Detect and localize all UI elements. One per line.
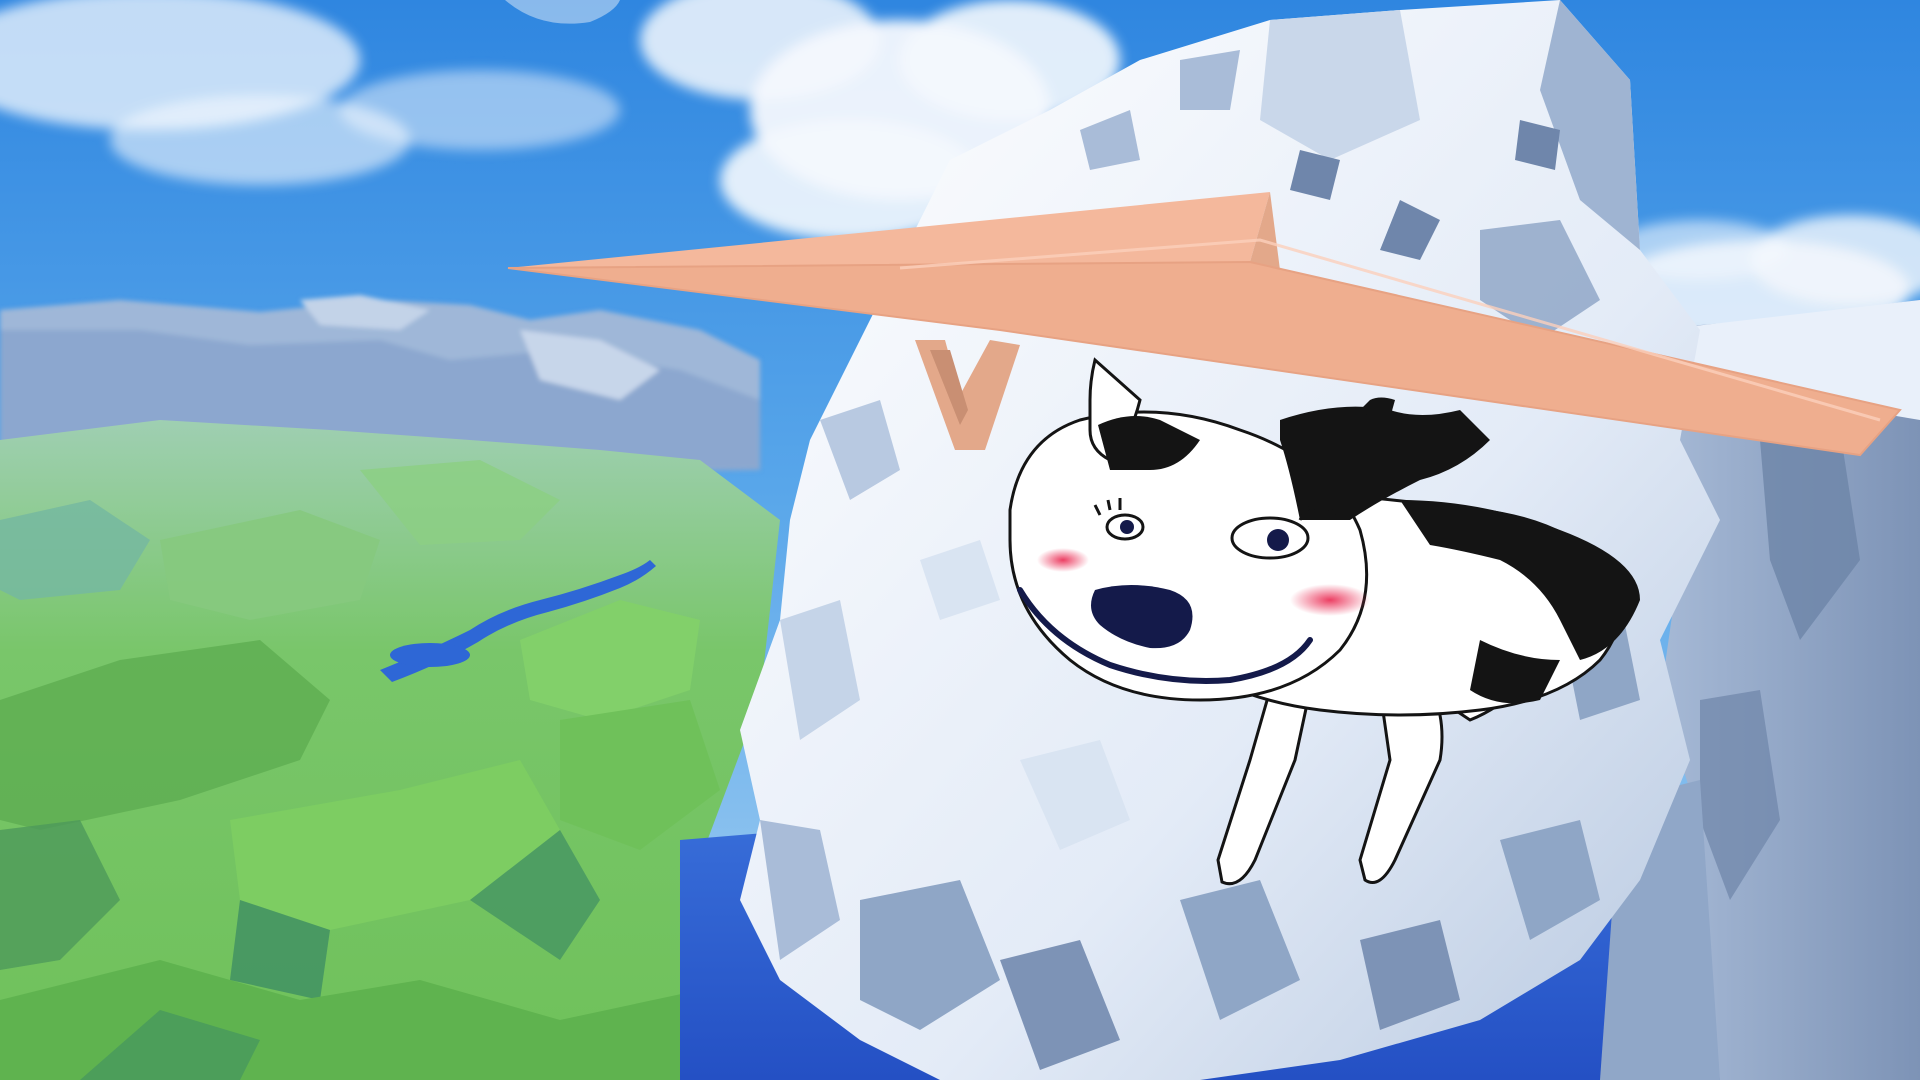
- green-valley: [0, 420, 780, 1080]
- game-scene[interactable]: [0, 0, 1920, 1080]
- game-viewport[interactable]: [0, 0, 1920, 1080]
